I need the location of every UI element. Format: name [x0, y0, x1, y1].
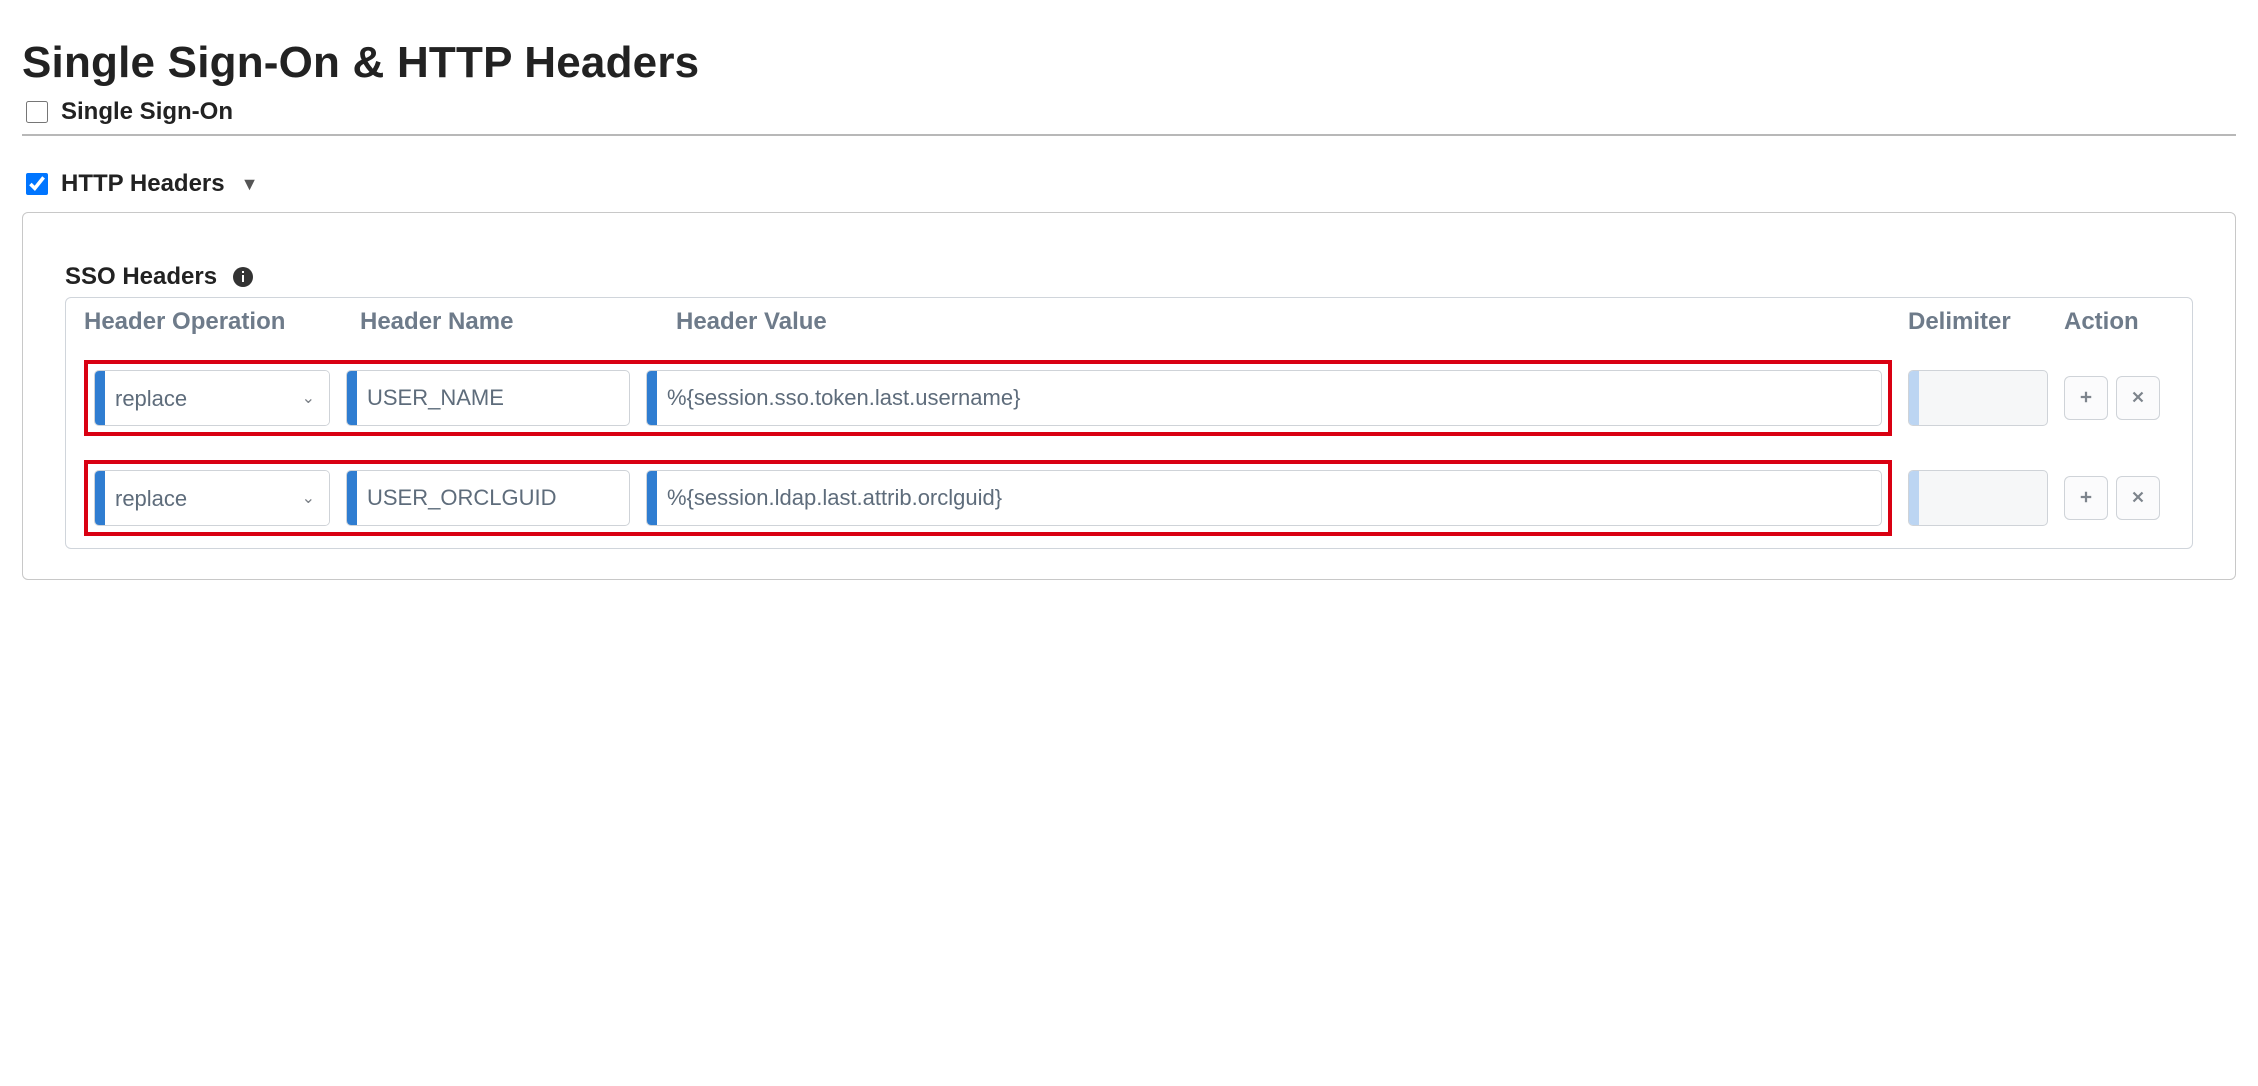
- col-header-delimiter: Delimiter: [1908, 308, 2048, 336]
- header-value-wrap: [646, 470, 1882, 526]
- row-actions: [2064, 376, 2174, 420]
- col-header-value: Header Value: [676, 308, 1892, 336]
- operation-select[interactable]: replace: [105, 471, 329, 525]
- header-value-wrap: [646, 370, 1882, 426]
- field-accent: [1909, 471, 1919, 525]
- field-accent: [647, 371, 657, 425]
- header-value-input[interactable]: [657, 471, 1881, 525]
- header-name-wrap: [346, 370, 630, 426]
- caret-down-icon[interactable]: ▼: [241, 174, 259, 195]
- operation-select-wrap: replace ⌄: [94, 370, 330, 426]
- row-actions: [2064, 476, 2174, 520]
- delimiter-wrap: [1908, 370, 2048, 426]
- col-header-name: Header Name: [360, 308, 660, 336]
- http-headers-toggle-label: HTTP Headers: [61, 170, 225, 198]
- page-root: Single Sign-On & HTTP Headers Single Sig…: [0, 0, 2258, 610]
- sso-headers-table: Header Operation Header Name Header Valu…: [65, 297, 2193, 549]
- header-value-input[interactable]: [657, 371, 1881, 425]
- plus-icon: [2077, 488, 2095, 509]
- page-title: Single Sign-On & HTTP Headers: [22, 38, 2236, 88]
- table-row: replace ⌄: [66, 348, 2192, 448]
- sso-headers-heading: SSO Headers: [65, 263, 2193, 291]
- remove-row-button[interactable]: [2116, 376, 2160, 420]
- remove-row-button[interactable]: [2116, 476, 2160, 520]
- close-icon: [2129, 388, 2147, 409]
- sso-headers-label: SSO Headers: [65, 263, 217, 291]
- header-name-wrap: [346, 470, 630, 526]
- http-headers-toggle-row: HTTP Headers ▼: [22, 170, 2236, 198]
- sso-checkbox[interactable]: [26, 101, 48, 123]
- add-row-button[interactable]: [2064, 476, 2108, 520]
- field-accent: [347, 371, 357, 425]
- plus-icon: [2077, 388, 2095, 409]
- close-icon: [2129, 488, 2147, 509]
- sso-toggle-label: Single Sign-On: [61, 98, 233, 126]
- delimiter-wrap: [1908, 470, 2048, 526]
- field-accent: [95, 371, 105, 425]
- delimiter-input[interactable]: [1919, 471, 2047, 525]
- sso-toggle-row: Single Sign-On: [22, 98, 2236, 126]
- http-headers-checkbox[interactable]: [26, 173, 48, 195]
- row-highlight: replace ⌄: [84, 460, 1892, 536]
- section-divider: [22, 134, 2236, 136]
- operation-select-wrap: replace ⌄: [94, 470, 330, 526]
- info-icon[interactable]: [231, 265, 255, 289]
- field-accent: [347, 471, 357, 525]
- add-row-button[interactable]: [2064, 376, 2108, 420]
- http-headers-panel: SSO Headers Header Operation Header Name…: [22, 212, 2236, 580]
- field-accent: [647, 471, 657, 525]
- col-header-operation: Header Operation: [84, 308, 344, 336]
- table-row: replace ⌄: [66, 448, 2192, 548]
- field-accent: [95, 471, 105, 525]
- delimiter-input[interactable]: [1919, 371, 2047, 425]
- row-highlight: replace ⌄: [84, 360, 1892, 436]
- header-name-input[interactable]: [357, 471, 629, 525]
- table-header-row: Header Operation Header Name Header Valu…: [66, 298, 2192, 348]
- header-name-input[interactable]: [357, 371, 629, 425]
- col-header-action: Action: [2064, 308, 2174, 336]
- operation-select[interactable]: replace: [105, 371, 329, 425]
- field-accent: [1909, 371, 1919, 425]
